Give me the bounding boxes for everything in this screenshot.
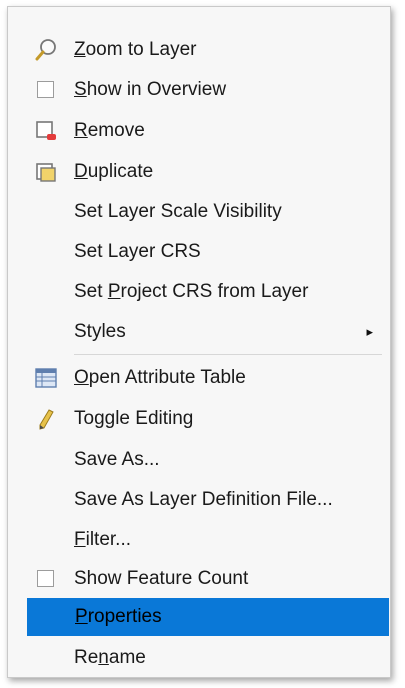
menu-item-set-layer-crs[interactable]: Set Layer CRS — [26, 233, 389, 271]
zoom-icon — [35, 39, 56, 61]
duplicate-layer-icon — [36, 163, 56, 182]
pencil-icon — [39, 409, 54, 430]
menu-item-label: Zoom to Layer — [74, 39, 197, 60]
remove-layer-icon — [36, 121, 56, 140]
menu-item-zoom-to-layer[interactable]: Zoom to Layer — [26, 31, 389, 69]
checkbox-icon[interactable] — [34, 78, 58, 102]
menu-item-save-as[interactable]: Save As... — [26, 441, 389, 479]
menu-item-label: Remove — [74, 120, 145, 141]
menu-item-save-as-layer-definition-file[interactable]: Save As Layer Definition File... — [26, 481, 389, 519]
menu-item-label: Open Attribute Table — [74, 367, 246, 388]
menu-item-styles[interactable]: Styles ▸ — [26, 313, 389, 351]
menu-item-label: Duplicate — [74, 161, 154, 182]
menu-item-label: Rename — [74, 647, 146, 668]
menu-item-label: Show Feature Count — [74, 568, 249, 589]
menu-item-label: Set Project CRS from Layer — [74, 281, 309, 302]
menu-item-set-layer-scale-visibility[interactable]: Set Layer Scale Visibility — [26, 193, 389, 231]
menu-item-properties[interactable]: Properties — [27, 598, 389, 636]
menu-item-duplicate[interactable]: Duplicate — [26, 153, 389, 191]
menu-item-show-feature-count[interactable]: Show Feature Count — [26, 560, 389, 598]
menu-item-set-project-crs-from-layer[interactable]: Set Project CRS from Layer — [26, 273, 389, 311]
menu-item-toggle-editing[interactable]: Toggle Editing — [26, 400, 389, 438]
checkbox-icon[interactable] — [34, 567, 58, 591]
menu-item-label: Filter... — [74, 529, 132, 550]
menu-item-remove[interactable]: Remove — [26, 112, 389, 150]
menu-separator — [74, 354, 382, 355]
attribute-table-icon — [35, 368, 57, 388]
menu-item-label: Save As Layer Definition File... — [74, 489, 333, 510]
menu-item-label: Toggle Editing — [74, 408, 194, 429]
submenu-arrow-icon: ▸ — [366, 324, 373, 339]
menu-item-rename[interactable]: Rename — [26, 639, 389, 677]
menu-item-label: Set Layer Scale Visibility — [74, 201, 282, 222]
menu-item-label: Set Layer CRS — [74, 241, 201, 262]
menu-item-label: Show in Overview — [74, 79, 227, 100]
menu-item-open-attribute-table[interactable]: Open Attribute Table — [26, 359, 389, 397]
menu-item-label: Save As... — [74, 449, 160, 470]
menu-item-show-in-overview[interactable]: Show in Overview — [26, 71, 389, 109]
menu-item-filter[interactable]: Filter... — [26, 521, 389, 559]
menu-item-label: Styles — [74, 321, 126, 342]
menu-item-label: Properties — [75, 606, 162, 627]
layer-context-menu: Zoom to Layer Show in Overview Remove Du… — [7, 6, 391, 678]
